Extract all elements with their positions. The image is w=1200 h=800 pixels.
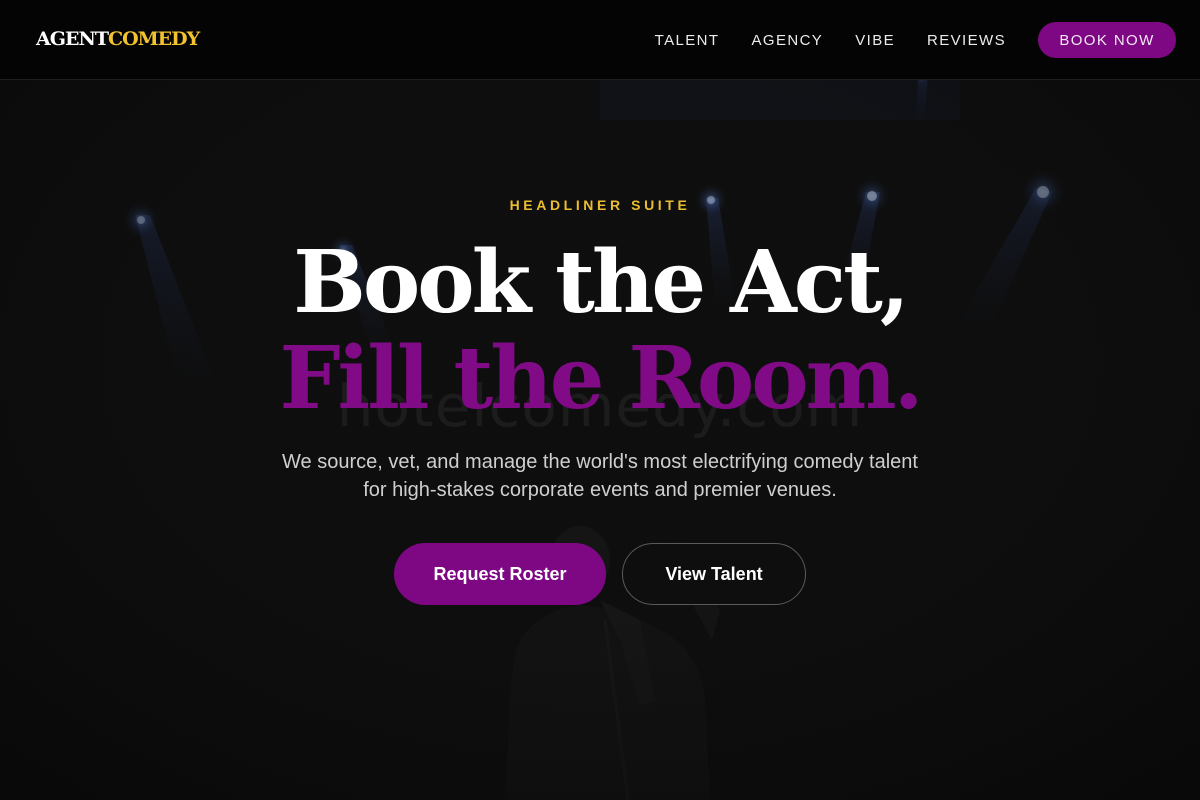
hero-headline-line-2: Fill the Room. <box>279 328 923 429</box>
logo-word-agent: AGENT <box>36 28 109 50</box>
hero-subtext: We source, vet, and manage the world's m… <box>282 451 918 501</box>
view-talent-button[interactable]: View Talent <box>622 543 806 605</box>
hero-section: HEADLINER SUITE Book the Act, Fill the R… <box>0 80 1200 800</box>
brand-logo[interactable]: AGENTCOMEDY <box>36 28 200 50</box>
hero-headline-line-1: Book the Act, <box>293 232 910 333</box>
main-nav: TALENT AGENCY VIBE REVIEWS BOOK NOW <box>655 22 1176 58</box>
nav-link-reviews[interactable]: REVIEWS <box>927 32 1006 49</box>
logo-word-comedy: COMEDY <box>107 28 200 50</box>
top-navbar: AGENTCOMEDY TALENT AGENCY VIBE REVIEWS B… <box>0 0 1200 80</box>
nav-link-talent[interactable]: TALENT <box>655 32 720 49</box>
nav-link-vibe[interactable]: VIBE <box>855 32 895 49</box>
nav-link-agency[interactable]: AGENCY <box>751 32 823 49</box>
book-now-button[interactable]: BOOK NOW <box>1038 22 1176 58</box>
hero-eyebrow: HEADLINER SUITE <box>509 197 691 213</box>
request-roster-button[interactable]: Request Roster <box>394 543 606 605</box>
landing-page: hotelcomedy.com AGENTCOMEDY TALENT AGENC… <box>0 0 1200 800</box>
